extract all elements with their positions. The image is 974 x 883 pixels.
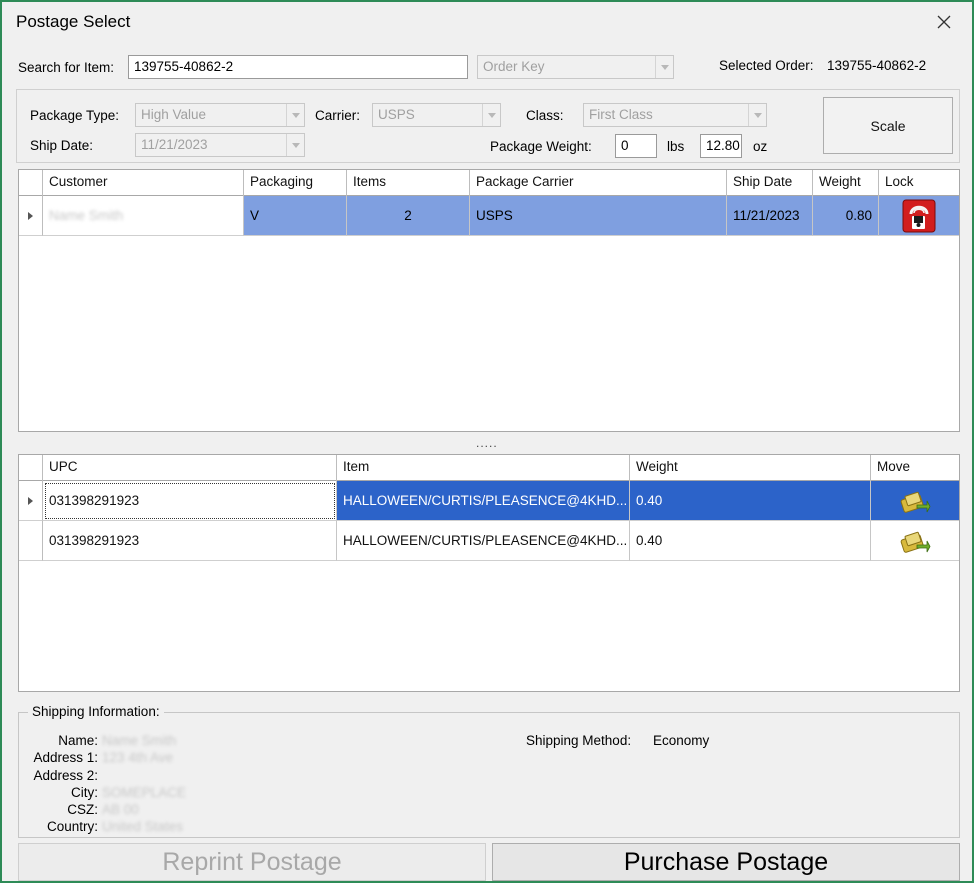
window-title: Postage Select [16,12,131,31]
selected-order-label: Selected Order: [719,58,814,73]
row-header[interactable] [19,521,43,561]
country-label: Country: [46,819,98,834]
item-cell[interactable]: HALLOWEEN/CURTIS/PLEASENCE@4KHD... [337,481,630,521]
purchase-postage-button[interactable]: Purchase Postage [492,843,960,881]
package-type-value: High Value [141,107,207,122]
address1-value: 123 4th Ave [102,750,174,765]
class-combo[interactable]: First Class [583,103,767,127]
city-label: City: [71,785,98,800]
package-weight-label: Package Weight: [490,139,592,154]
search-label: Search for Item: [18,60,115,75]
shipping-info-title: Shipping Information: [28,704,164,719]
orders-corner-header [19,170,43,196]
item-cell[interactable]: HALLOWEEN/CURTIS/PLEASENCE@4KHD... [337,521,630,561]
weight-lbs-input[interactable]: 0 [615,134,657,158]
orders-header-packaging[interactable]: Packaging [244,170,347,196]
orders-header-customer[interactable]: Customer [43,170,244,196]
country-value: United States [102,819,184,834]
move-icon[interactable] [899,528,931,554]
order-key-value: Order Key [483,59,545,74]
row-header[interactable] [19,481,43,521]
items-grid-header: UPC Item Weight Move [19,455,959,481]
carrier-value: USPS [378,107,415,122]
package-type-label: Package Type: [30,108,120,123]
shipping-method-value: Economy [653,733,710,748]
items-grid: UPC Item Weight Move 031398291923 HALLOW… [18,454,960,692]
selected-order-value: 139755-40862-2 [827,58,927,73]
grid-splitter[interactable]: ..... [476,436,498,450]
oz-unit-label: oz [753,139,768,154]
row-pointer-icon [28,211,33,220]
customer-name: Name Smith [49,208,124,223]
orders-header-weight[interactable]: Weight [813,170,879,196]
name-value: Name Smith [102,733,177,748]
weight-oz-input[interactable]: 12.80 [700,134,742,158]
carrier-label: Carrier: [315,108,361,123]
city-value: SOMEPLACE [102,785,187,800]
carrier-combo[interactable]: USPS [372,103,501,127]
orders-header-package-carrier[interactable]: Package Carrier [470,170,727,196]
row-header[interactable] [19,196,43,236]
orders-header-items[interactable]: Items [347,170,470,196]
items-header-move[interactable]: Move [871,455,959,481]
upc-cell[interactable]: 031398291923 [43,481,337,521]
weight-cell[interactable]: 0.40 [630,481,871,521]
customer-cell[interactable]: Name Smith [43,196,244,236]
shipping-method-label: Shipping Method: [526,733,632,748]
orders-grid: Customer Packaging Items Package Carrier… [18,169,960,432]
chevron-down-icon [286,104,304,126]
address1-label: Address 1: [33,750,98,765]
ship-date-value: 11/21/2023 [141,137,208,152]
ship-date-cell[interactable]: 11/21/2023 [727,196,813,236]
lock-icon[interactable] [902,199,936,233]
search-input[interactable]: 139755-40862-2 [128,55,468,79]
class-label: Class: [526,108,564,123]
scale-button[interactable]: Scale [823,97,953,154]
row-pointer-icon [28,496,33,505]
chevron-down-icon [748,104,766,126]
csz-value: AB 00 [102,802,139,817]
chevron-down-icon [482,104,500,126]
weight-cell[interactable]: 0.40 [630,521,871,561]
weight-cell[interactable]: 0.80 [813,196,879,236]
package-type-combo[interactable]: High Value [135,103,305,127]
orders-header-lock[interactable]: Lock [879,170,959,196]
lbs-unit-label: lbs [667,139,685,154]
items-header-item[interactable]: Item [337,455,630,481]
csz-label: CSZ: [67,802,98,817]
move-icon[interactable] [899,488,931,514]
lock-cell[interactable] [879,196,959,236]
items-corner-header [19,455,43,481]
postage-select-window: Postage Select Search for Item: 139755-4… [0,0,974,883]
reprint-postage-button[interactable]: Reprint Postage [18,843,486,881]
orders-grid-header: Customer Packaging Items Package Carrier… [19,170,959,196]
upc-cell[interactable]: 031398291923 [43,521,337,561]
title-bar: Postage Select [2,2,972,42]
chevron-down-icon [655,56,673,78]
ship-date-label: Ship Date: [30,138,94,153]
items-header-upc[interactable]: UPC [43,455,337,481]
packaging-cell[interactable]: V [244,196,347,236]
items-cell[interactable]: 2 [347,196,470,236]
name-label: Name: [58,733,98,748]
orders-header-ship-date[interactable]: Ship Date [727,170,813,196]
close-icon [937,15,951,29]
items-header-weight[interactable]: Weight [630,455,871,481]
close-button[interactable] [932,10,956,34]
move-cell[interactable] [871,521,959,561]
class-value: First Class [589,107,653,122]
chevron-down-icon [286,134,304,156]
order-key-combo[interactable]: Order Key [477,55,674,79]
package-carrier-cell[interactable]: USPS [470,196,727,236]
ship-date-picker[interactable]: 11/21/2023 [135,133,305,157]
address2-label: Address 2: [33,768,98,783]
move-cell[interactable] [871,481,959,521]
